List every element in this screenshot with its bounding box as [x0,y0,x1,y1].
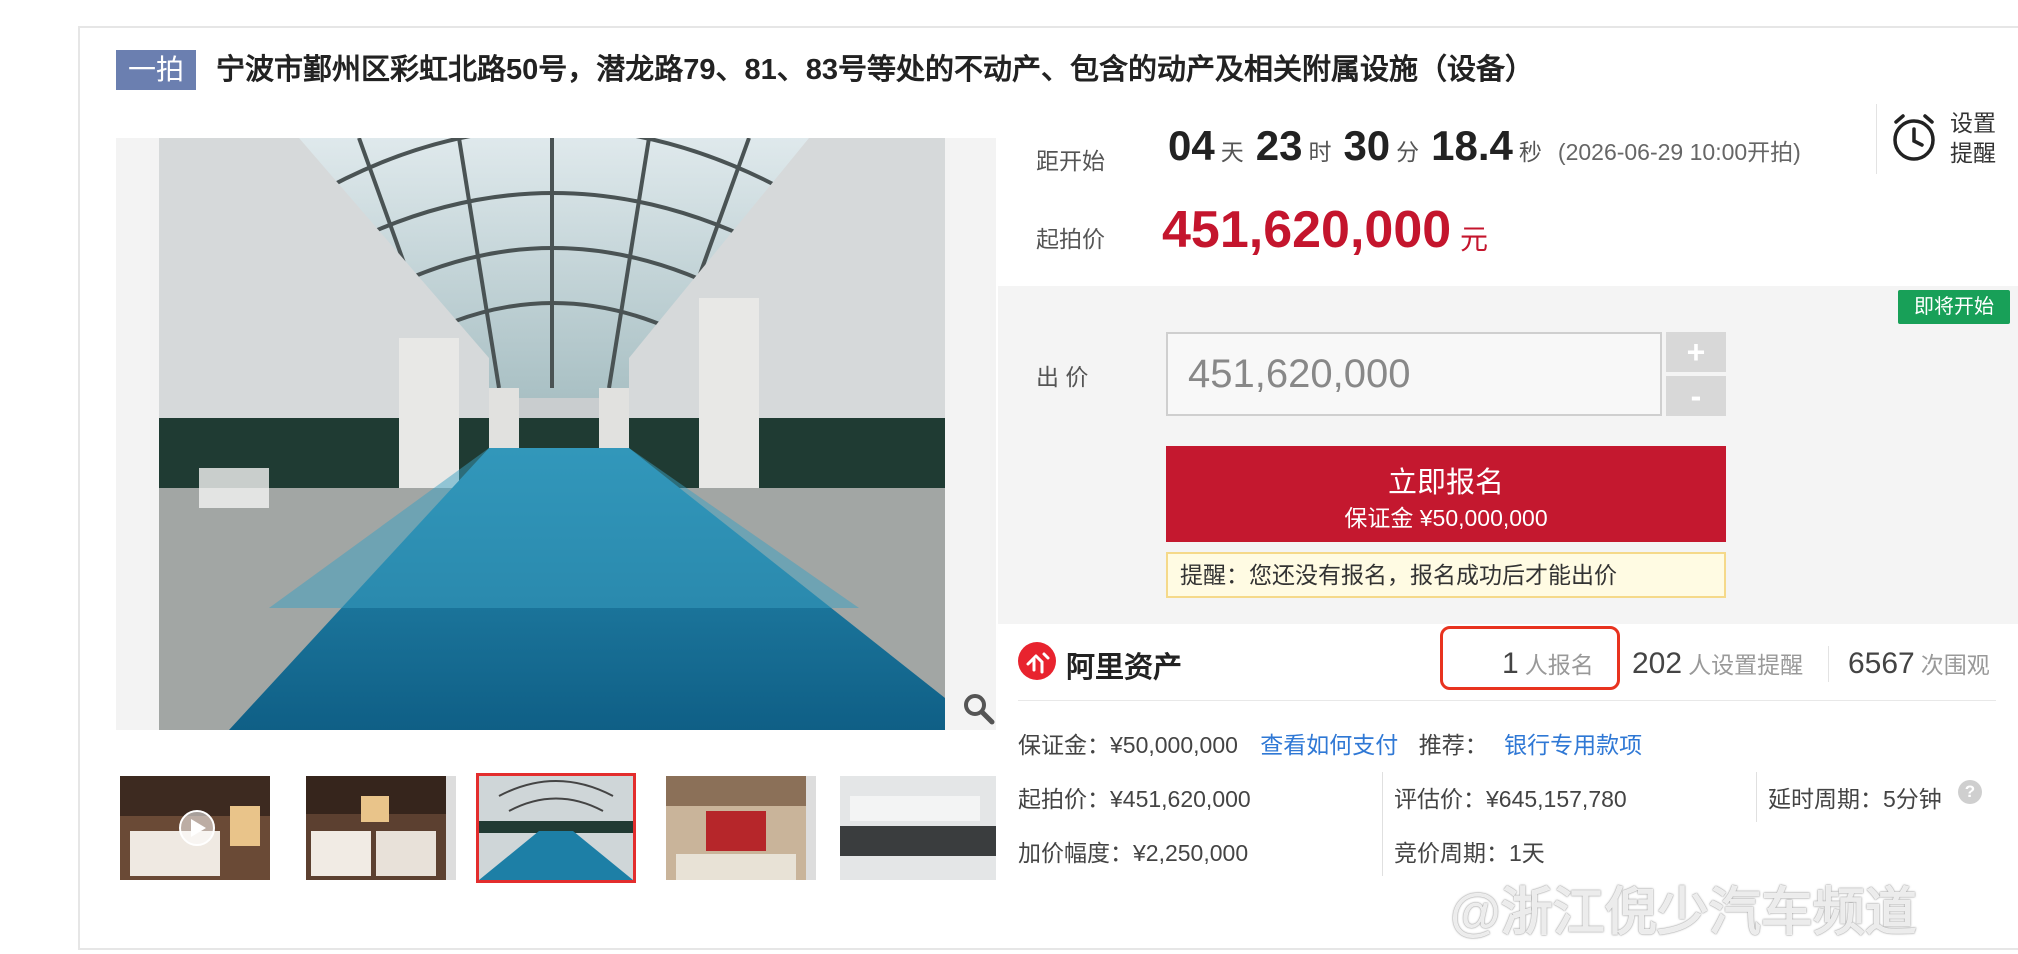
detail-divider [1756,772,1757,822]
countdown-seconds-unit: 秒 [1518,139,1542,165]
increase-bid-button[interactable]: + [1666,332,1726,372]
bank-funds-link[interactable]: 银行专用款项 [1504,732,1642,758]
main-image-pool[interactable] [159,138,945,730]
bidding-period-detail: 竞价周期：1天 [1394,840,1545,866]
reminder-count-label: 人设置提醒 [1688,652,1804,678]
appraisal-detail: 评估价：¥645,157,780 [1394,786,1627,812]
countdown-days-unit: 天 [1220,139,1244,165]
delay-period-detail: 延时周期：5分钟 [1768,786,1942,812]
countdown-minutes: 30 [1343,122,1391,169]
recommend-label: 推荐： [1418,732,1488,758]
countdown-seconds: 18.4 [1431,122,1513,169]
stats-divider [1828,646,1829,682]
register-now-button[interactable]: 立即报名 保证金 ¥50,000,000 [1166,446,1726,542]
starting-price-unit: 元 [1460,224,1489,255]
bid-amount-input[interactable] [1166,332,1662,416]
auction-title: 宁波市鄞州区彩虹北路50号，潜龙路79、81、83号等处的不动产、包含的动产及相… [216,54,1535,86]
set-reminder-label[interactable]: 设置提醒 [1950,108,2010,168]
help-icon[interactable]: ? [1958,780,1982,804]
start-price-detail: 起拍价：¥451,620,000 [1018,786,1251,812]
detail-divider [1382,772,1383,876]
deposit-info: 保证金：¥50,000,000 查看如何支付 推荐： 银行专用款项 [1018,726,1642,760]
thumbnail-kitchen[interactable] [840,776,996,880]
ali-assets-logo-icon [1018,642,1056,680]
how-to-pay-link[interactable]: 查看如何支付 [1260,732,1398,758]
zoom-icon[interactable] [960,690,996,726]
thumbnail-lobby[interactable] [666,776,816,880]
thumbnail-pool-selected[interactable] [476,773,636,883]
countdown-minutes-unit: 分 [1396,139,1420,165]
countdown-days: 04 [1168,122,1215,169]
countdown-hours: 23 [1255,122,1303,169]
decrease-bid-button[interactable]: - [1666,376,1726,416]
alarm-clock-icon[interactable] [1890,112,1938,164]
countdown-hours-unit: 时 [1308,139,1332,165]
status-badge: 即将开始 [1898,290,2010,324]
auction-round-tag: 一拍 [116,50,196,90]
increment-detail: 加价幅度：¥2,250,000 [1018,840,1249,866]
thumbnail-bedroom[interactable] [306,776,456,880]
auction-start-time: (2026-06-29 10:00开拍) [1557,139,1801,165]
weibo-watermark: @浙江倪少汽车频道 [1450,884,1917,942]
starting-price-label: 起拍价 [1036,226,1105,252]
reminder-count: 202 [1632,647,1683,680]
divider [1018,700,1996,701]
register-now-label: 立即报名 [1387,467,1504,499]
registered-highlight-box [1440,626,1620,690]
register-deposit-label: 保证金 ¥50,000,000 [1344,505,1548,531]
registration-notice: 提醒：您还没有报名，报名成功后才能出价 [1166,552,1726,598]
bid-label: 出 价 [1036,364,1089,390]
starting-price-value: 451,620,000 [1162,201,1452,259]
thumbnail-bedroom-video[interactable] [120,776,270,880]
countdown-label: 距开始 [1036,148,1105,174]
views-label: 次围观 [1920,652,1990,678]
provider-name: 阿里资产 [1066,652,1183,684]
deposit-text: 保证金：¥50,000,000 [1018,732,1238,758]
countdown-timer: 04 天 23 时 30 分 18.4 秒 (2026-06-29 10:00开… [1168,122,1801,170]
views-count: 6567 [1848,647,1915,680]
